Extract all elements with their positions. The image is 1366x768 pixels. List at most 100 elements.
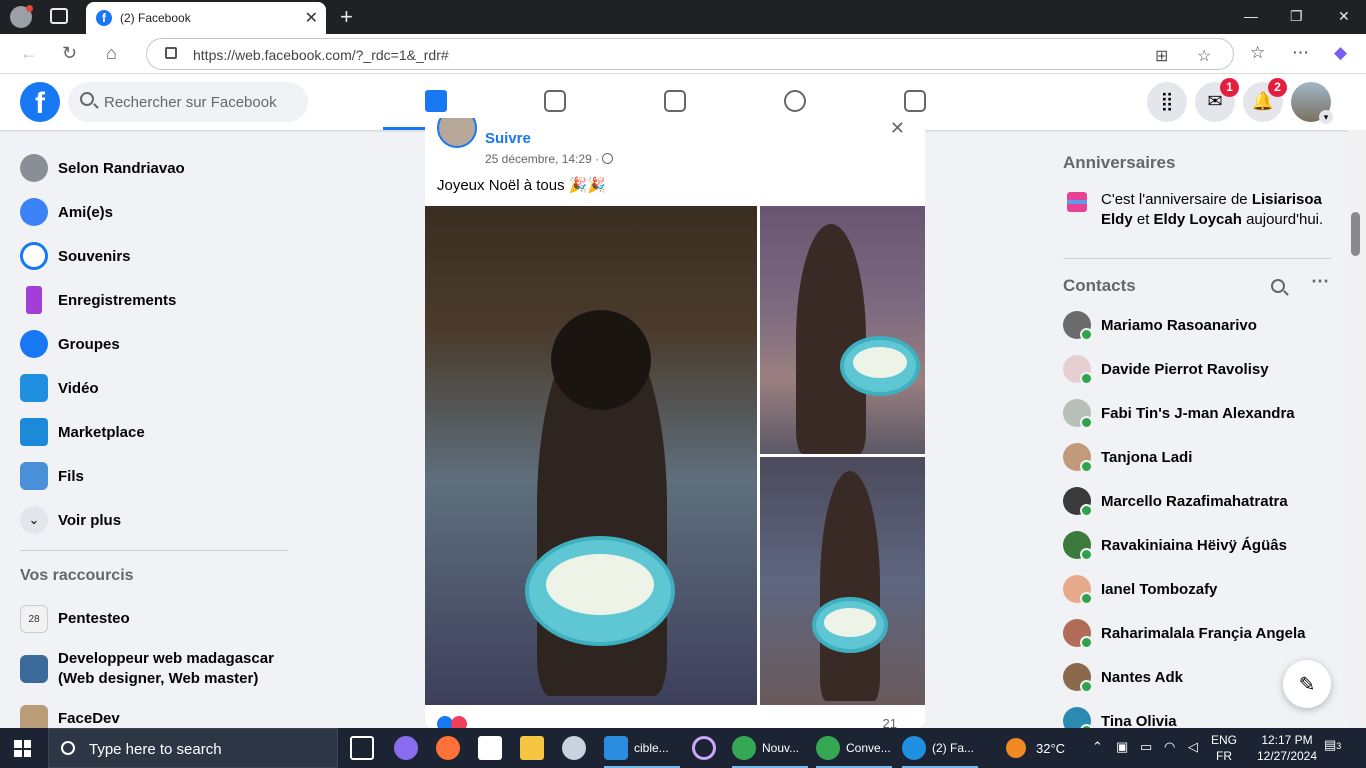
contact-item[interactable]: Fabi Tin's J-man Alexandra (1055, 391, 1339, 435)
windows-start-icon[interactable] (14, 740, 31, 757)
taskbar-app-chrome-2[interactable]: Conve... (816, 734, 892, 768)
contact-item[interactable]: Raharimalala Françia Angela (1055, 611, 1339, 655)
recorder-button[interactable] (692, 734, 716, 762)
search-contacts-icon[interactable] (1271, 279, 1285, 293)
notification-center-icon[interactable]: ▤3 (1324, 737, 1341, 753)
favorite-star-icon[interactable]: ☆ (1197, 46, 1211, 66)
windows-taskbar: Type here to search cible... Nouv... Con… (0, 728, 1366, 768)
contact-item[interactable]: Tanjona Ladi (1055, 435, 1339, 479)
taskbar-app-vscode[interactable]: cible... (604, 734, 680, 768)
sidebar-item-groups[interactable]: Groupes (8, 322, 298, 366)
sidebar-item-video[interactable]: Vidéo (8, 366, 298, 410)
facebook-logo-icon[interactable]: f (20, 82, 60, 122)
firefox-button[interactable] (436, 734, 460, 762)
hide-post-icon[interactable]: ✕ (890, 118, 905, 139)
notification-count: 3 (1336, 741, 1342, 751)
new-message-button[interactable]: ✎ (1283, 660, 1331, 708)
contact-item[interactable]: Marcello Razafimahatratra (1055, 479, 1339, 523)
contacts-title: Contacts (1063, 276, 1136, 295)
taskbar-search-input[interactable]: Type here to search (48, 728, 338, 768)
sidebar-item-marketplace[interactable]: Marketplace (8, 410, 298, 454)
taskbar-app-chrome-1[interactable]: Nouv... (732, 734, 808, 768)
taskbar-app-edge[interactable]: (2) Fa... (902, 734, 978, 768)
back-icon[interactable]: ← (20, 43, 38, 64)
app-button[interactable] (562, 734, 586, 762)
comment-count[interactable]: 21 (883, 716, 897, 728)
minimize-icon[interactable]: — (1244, 8, 1258, 24)
profile-avatar (20, 154, 48, 182)
post-date-text: 25 décembre, 14:29 · (485, 152, 600, 166)
shortcut-item[interactable]: Developpeur web madagascar (Web designer… (8, 641, 298, 697)
network-icon[interactable]: ▣ (1116, 739, 1128, 755)
sidebar-item-label: Fils (58, 467, 84, 485)
browser-tab-facebook[interactable]: f (2) Facebook ✕ (86, 2, 326, 34)
site-info-icon[interactable] (165, 47, 177, 59)
menu-button[interactable]: ⣿ (1147, 82, 1187, 122)
calendar-icon: 28 (20, 605, 48, 633)
new-tab-icon[interactable]: + (340, 4, 353, 30)
more-options-icon[interactable]: ⋯ (1292, 43, 1309, 63)
contact-item[interactable]: Davide Pierrot Ravolisy (1055, 347, 1339, 391)
file-explorer-button[interactable] (520, 734, 544, 762)
address-input[interactable]: https://web.facebook.com/?_rdc=1&_rdr# ⊞… (146, 38, 1234, 70)
post-photo-2[interactable] (760, 206, 925, 454)
scrollbar-thumb[interactable] (1351, 212, 1360, 256)
messenger-button[interactable]: ✉ 1 (1195, 78, 1239, 122)
show-hidden-icons[interactable]: ⌃ (1092, 739, 1103, 755)
copilot-taskbar-button[interactable] (394, 734, 418, 762)
shortcut-label: FaceDev (58, 710, 120, 727)
sidebar-item-friends[interactable]: Ami(e)s (8, 190, 298, 234)
browser-profile-icon[interactable] (10, 5, 33, 28)
clock[interactable]: 12:17 PM 12/27/2024 (1252, 732, 1322, 764)
task-view-button[interactable] (350, 734, 374, 762)
contact-item[interactable]: Mariamo Rasoanarivo (1055, 303, 1339, 347)
chrome-icon (816, 736, 840, 760)
close-tab-icon[interactable]: ✕ (305, 8, 318, 28)
birthday-notice[interactable]: C'est l'anniversaire de Lisiarisoa Eldy … (1055, 180, 1339, 250)
follow-link[interactable]: Suivre (485, 130, 531, 147)
contact-item[interactable]: Ravakiniaina Hëivÿ Ágüâs (1055, 523, 1339, 567)
post-author-avatar[interactable] (437, 118, 477, 148)
love-reaction-icon[interactable] (451, 716, 467, 728)
sidebar-item-memories[interactable]: Souvenirs (8, 234, 298, 278)
search-placeholder: Rechercher sur Facebook (104, 94, 277, 111)
shortcut-item[interactable]: 28 Pentesteo (8, 597, 298, 641)
post-date[interactable]: 25 décembre, 14:29 · (485, 152, 614, 166)
reload-icon[interactable]: ↻ (62, 43, 77, 64)
restore-icon[interactable]: ❐ (1290, 8, 1303, 25)
account-avatar[interactable]: ▾ (1291, 82, 1333, 124)
shortcut-label-line1: Developpeur web madagascar (58, 650, 274, 667)
edge-icon (902, 736, 926, 760)
wifi-icon[interactable]: ◠ (1164, 739, 1175, 755)
cake-image (525, 536, 675, 646)
home-icon[interactable]: ⌂ (106, 43, 117, 64)
copilot-icon[interactable]: ◆ (1334, 43, 1347, 63)
tab-actions-icon[interactable] (50, 8, 68, 24)
right-divider (1063, 258, 1331, 259)
post-photo-3[interactable] (760, 457, 925, 705)
sidebar-item-feeds[interactable]: Fils (8, 454, 298, 498)
language-indicator[interactable]: ENG FR (1208, 732, 1240, 764)
favorites-icon[interactable]: ☆ (1250, 43, 1265, 63)
sidebar-item-see-more[interactable]: ⌄ Voir plus (8, 498, 298, 542)
shortcut-label: Developpeur web madagascar (Web designer… (58, 649, 274, 689)
close-window-icon[interactable]: ✕ (1338, 8, 1350, 25)
contact-name: Raharimalala Françia Angela (1101, 624, 1306, 642)
facebook-search-input[interactable]: Rechercher sur Facebook (68, 82, 308, 122)
contact-item[interactable]: Ianel Tombozafy (1055, 567, 1339, 611)
home-icon (425, 90, 447, 112)
post-photo-main[interactable] (425, 206, 757, 705)
volume-icon[interactable]: ◁ (1188, 739, 1198, 755)
cake-image (840, 336, 920, 396)
battery-icon[interactable]: ▭ (1140, 739, 1152, 755)
more-options-icon[interactable]: ⋯ (1311, 271, 1329, 292)
calendar-app-button[interactable] (478, 734, 502, 762)
marketplace-icon (20, 418, 48, 446)
birthdays-title: Anniversaires (1063, 153, 1176, 172)
sidebar-item-profile[interactable]: Selon Randriavao (8, 146, 298, 190)
page-scrollbar[interactable] (1348, 130, 1366, 726)
sidebar-item-saved[interactable]: Enregistrements (8, 278, 298, 322)
app-available-icon[interactable]: ⊞ (1155, 46, 1168, 66)
notifications-button[interactable]: 🔔 2 (1243, 78, 1287, 122)
weather-widget[interactable]: 32°C (1006, 734, 1086, 762)
